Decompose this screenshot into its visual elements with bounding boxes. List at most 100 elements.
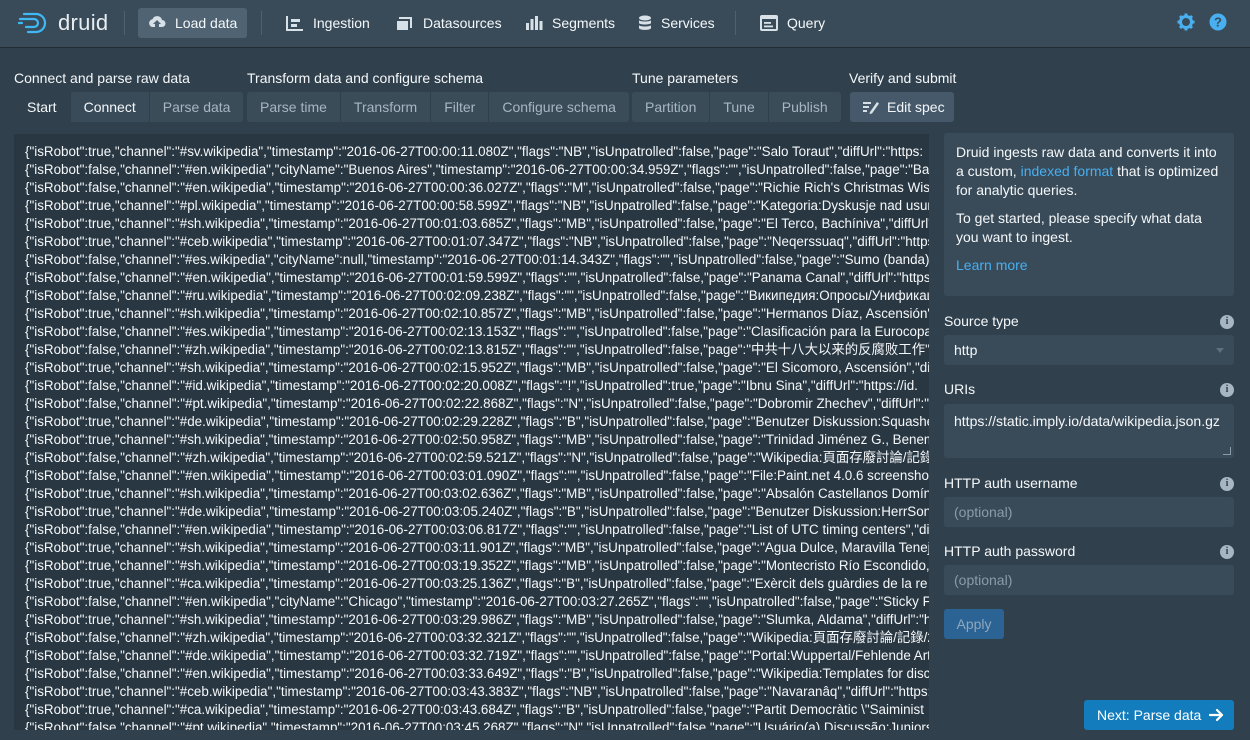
raw-data-line: {"isRobot":true,"channel":"#de.wikipedia…	[25, 504, 929, 519]
raw-data-line: {"isRobot":false,"channel":"#en.wikipedi…	[25, 594, 929, 609]
logo-text: druid	[58, 10, 109, 35]
nav-segments-label: Segments	[552, 15, 616, 31]
info-callout: Druid ingests raw data and converts it i…	[944, 133, 1234, 296]
raw-data-line: {"isRobot":true,"channel":"#sh.wikipedia…	[25, 306, 929, 321]
edit-icon	[863, 102, 879, 114]
raw-data-line: {"isRobot":true,"channel":"#sh.wikipedia…	[25, 360, 929, 375]
step-group-title-tune: Tune parameters	[632, 70, 739, 86]
edit-spec-button[interactable]: Edit spec	[850, 92, 954, 122]
step-tune[interactable]: Tune	[710, 92, 769, 122]
nav-query-label: Query	[787, 15, 826, 31]
nav-ingestion-label: Ingestion	[313, 15, 370, 31]
database-icon	[639, 15, 651, 30]
uris-label: URIs	[944, 381, 976, 397]
http-auth-username-label: HTTP auth username	[944, 475, 1078, 491]
next-parse-data-button[interactable]: Next: Parse data	[1084, 700, 1234, 730]
datasources-icon	[397, 17, 412, 30]
raw-data-line: {"isRobot":true,"channel":"#ca.wikipedia…	[25, 576, 928, 591]
raw-data-line: {"isRobot":true,"channel":"#de.wikipedia…	[25, 414, 929, 429]
learn-more-link[interactable]: Learn more	[956, 256, 1222, 275]
step-transform[interactable]: Transform	[341, 92, 432, 122]
application-icon	[760, 15, 778, 31]
nav-divider	[735, 11, 736, 35]
nav-load-data[interactable]: Load data	[138, 8, 248, 38]
raw-data-line: {"isRobot":false,"channel":"#zh.wikipedi…	[25, 342, 929, 357]
step-group-title-connect: Connect and parse raw data	[14, 70, 190, 86]
raw-data-line: {"isRobot":true,"channel":"#sv.wikipedia…	[25, 144, 924, 159]
raw-data-line: {"isRobot":false,"channel":"#ru.wikipedi…	[25, 288, 929, 303]
raw-data-line: {"isRobot":false,"channel":"#pt.wikipedi…	[25, 720, 929, 730]
info-icon[interactable]: i	[1220, 545, 1234, 559]
raw-data-line: {"isRobot":true,"channel":"#ca.wikipedia…	[25, 702, 924, 717]
nav-ingestion[interactable]: Ingestion	[276, 8, 380, 38]
top-navbar: druid Load data Ingestion Datasources Se…	[0, 0, 1250, 47]
raw-data-line: {"isRobot":false,"channel":"#id.wikipedi…	[25, 378, 918, 393]
http-auth-username-input[interactable]: (optional)	[944, 497, 1234, 527]
raw-data-preview[interactable]: {"isRobot":true,"channel":"#sv.wikipedia…	[14, 134, 929, 730]
info-get-started: To get started, please specify what data…	[956, 210, 1202, 245]
nav-divider	[261, 11, 262, 35]
raw-data-line: {"isRobot":false,"channel":"#es.wikipedi…	[25, 324, 929, 339]
raw-data-line: {"isRobot":true,"channel":"#pl.wikipedia…	[25, 198, 929, 213]
ingestion-icon	[286, 16, 303, 31]
nav-divider	[124, 11, 125, 35]
raw-data-line: {"isRobot":true,"channel":"#ceb.wikipedi…	[25, 234, 929, 249]
edit-spec-label: Edit spec	[887, 99, 945, 115]
step-filter[interactable]: Filter	[431, 92, 490, 122]
svg-text:?: ?	[1214, 15, 1222, 30]
step-group-title-transform: Transform data and configure schema	[247, 70, 484, 86]
cloud-upload-icon	[149, 16, 166, 27]
raw-data-line: {"isRobot":true,"channel":"#sh.wikipedia…	[25, 612, 929, 627]
uris-value: https://static.imply.io/data/wikipedia.j…	[954, 413, 1220, 429]
step-configure-schema[interactable]: Configure schema	[489, 92, 629, 122]
http-auth-password-label: HTTP auth password	[944, 543, 1076, 559]
nav-datasources[interactable]: Datasources	[386, 8, 512, 38]
druid-logo[interactable]: druid	[18, 10, 108, 36]
raw-data-line: {"isRobot":true,"channel":"#sh.wikipedia…	[25, 216, 929, 231]
raw-data-line: {"isRobot":false,"channel":"#en.wikipedi…	[25, 522, 929, 537]
step-parse-time[interactable]: Parse time	[247, 92, 341, 122]
raw-data-line: {"isRobot":false,"channel":"#es.wikipedi…	[25, 252, 929, 267]
uris-textarea[interactable]: https://static.imply.io/data/wikipedia.j…	[944, 404, 1234, 458]
http-auth-password-input[interactable]: (optional)	[944, 565, 1234, 595]
raw-data-line: {"isRobot":false,"channel":"#zh.wikipedi…	[25, 450, 929, 465]
nav-query[interactable]: Query	[750, 8, 835, 38]
raw-data-line: {"isRobot":false,"channel":"#en.wikipedi…	[25, 666, 929, 681]
nav-services-label: Services	[661, 15, 715, 31]
raw-data-line: {"isRobot":true,"channel":"#sh.wikipedia…	[25, 558, 929, 573]
next-button-label: Next: Parse data	[1097, 707, 1202, 723]
gear-icon[interactable]	[1177, 13, 1195, 31]
step-start[interactable]: Start	[14, 92, 71, 122]
step-connect[interactable]: Connect	[70, 92, 150, 122]
raw-data-line: {"isRobot":true,"channel":"#sh.wikipedia…	[25, 432, 929, 447]
step-bar-connect: Start Connect Parse data	[14, 92, 244, 122]
resize-grip-icon[interactable]	[1223, 447, 1231, 455]
nav-services[interactable]: Services	[628, 8, 725, 38]
raw-data-line: {"isRobot":false,"channel":"#en.wikipedi…	[25, 468, 929, 483]
apply-button[interactable]: Apply	[944, 609, 1004, 639]
help-icon[interactable]: ?	[1209, 13, 1227, 31]
step-parse-data[interactable]: Parse data	[150, 92, 244, 122]
raw-data-line: {"isRobot":true,"channel":"#sh.wikipedia…	[25, 486, 929, 501]
raw-data-line: {"isRobot":false,"channel":"#en.wikipedi…	[25, 270, 929, 285]
step-partition[interactable]: Partition	[632, 92, 711, 122]
source-type-select[interactable]: http	[944, 335, 1234, 365]
druid-logo-icon	[18, 12, 47, 34]
arrow-right-icon	[1209, 708, 1224, 722]
raw-data-line: {"isRobot":false,"channel":"#zh.wikipedi…	[25, 630, 929, 645]
raw-data-line: {"isRobot":true,"channel":"#sh.wikipedia…	[25, 540, 929, 555]
nav-datasources-label: Datasources	[423, 15, 502, 31]
info-icon[interactable]: i	[1220, 383, 1234, 397]
nav-load-data-label: Load data	[175, 15, 238, 31]
source-type-value: http	[954, 342, 978, 358]
raw-data-line: {"isRobot":false,"channel":"#en.wikipedi…	[25, 162, 929, 177]
raw-data-line: {"isRobot":true,"channel":"#ceb.wikipedi…	[25, 684, 929, 699]
info-icon[interactable]: i	[1220, 315, 1234, 329]
step-publish[interactable]: Publish	[769, 92, 841, 122]
info-icon[interactable]: i	[1220, 477, 1234, 491]
source-type-label: Source type	[944, 313, 1019, 329]
nav-segments[interactable]: Segments	[515, 8, 625, 38]
info-paragraph: Druid ingests raw data and converts it i…	[956, 143, 1222, 200]
segments-icon	[526, 16, 543, 30]
indexed-format-link[interactable]: indexed format	[1021, 163, 1114, 179]
